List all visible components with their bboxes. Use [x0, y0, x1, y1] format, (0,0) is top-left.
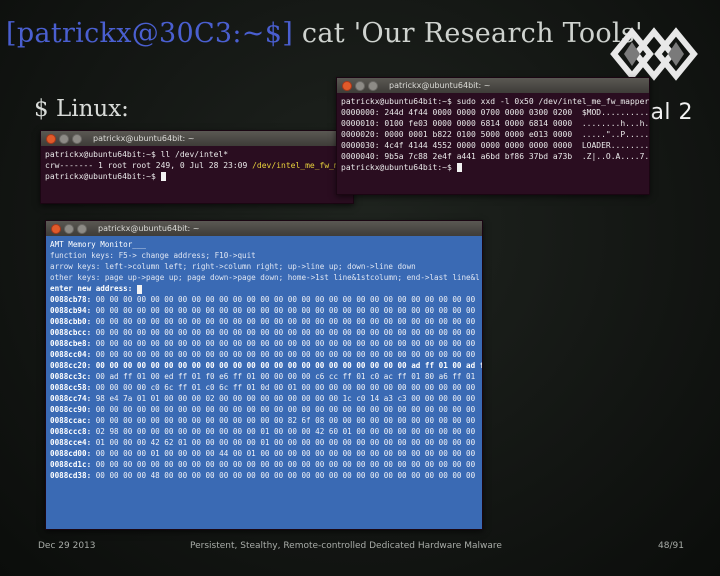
linux-subheading: $ Linux:	[34, 96, 129, 122]
maximize-icon[interactable]	[368, 80, 378, 91]
footer-title: Persistent, Stealthy, Remote-controlled …	[190, 541, 502, 551]
terminal-prompt: patrickx@ubuntu64bit:~$	[45, 172, 161, 181]
memory-row: 0088cc58: 00 00 00 00 c0 6c ff 01 c0 6c …	[50, 382, 478, 393]
memory-address: 0088cc90:	[50, 405, 92, 414]
memory-bytes: 00 00 00 00 00 00 00 00 00 00 00 00 00 0…	[95, 339, 476, 348]
minimize-icon[interactable]	[64, 223, 74, 234]
amt-monitor-title: AMT Memory Monitor___	[50, 240, 147, 249]
text-cursor	[456, 163, 462, 172]
close-icon[interactable]	[51, 223, 61, 234]
memory-address: 0088cd38:	[50, 471, 92, 480]
memory-bytes: 00 00 00 00 00 00 00 00 00 00 00 00 00 0…	[95, 306, 476, 315]
title-prompt: [patrickx@30C3:~$]	[6, 18, 294, 49]
memory-bytes: 98 e4 7a 01 01 00 00 00 02 00 00 00 00 0…	[95, 394, 476, 403]
minimize-icon[interactable]	[355, 80, 365, 91]
memory-bytes: 00 00 00 00 01 00 00 00 00 44 00 01 00 0…	[95, 449, 476, 458]
memory-address: 0088cb78:	[50, 295, 92, 304]
memory-bytes: 00 00 00 00 00 00 00 00 00 00 00 00 00 0…	[95, 361, 482, 370]
memory-address: 0088cd1c:	[50, 460, 92, 469]
help-line-arrow-keys: arrow keys: left->column left; right->co…	[50, 262, 416, 271]
memory-row: 0088cd1c: 00 00 00 00 00 00 00 00 00 00 …	[50, 459, 478, 470]
memory-address: 0088cbb0:	[50, 317, 92, 326]
hexdump-line: 0000020: 0000 0001 b822 0100 5000 0000 e…	[341, 130, 649, 139]
terminal-title: patrickx@ubuntu64bit: ~	[98, 224, 200, 233]
memory-row: 0088cc20: 00 00 00 00 00 00 00 00 00 00 …	[50, 360, 482, 371]
amt-monitor-output[interactable]: AMT Memory Monitor___ function keys: F5-…	[46, 236, 482, 484]
terminal-line: patrickx@ubuntu64bit:~$ sudo xxd -l 0x50…	[341, 97, 649, 106]
memory-row: 0088cc74: 98 e4 7a 01 01 00 00 00 02 00 …	[50, 393, 478, 404]
terminal-title: patrickx@ubuntu64bit: ~	[93, 134, 195, 143]
address-prompt: enter new address:	[50, 284, 137, 293]
memory-bytes: 00 00 00 00 00 00 00 00 00 00 00 00 00 0…	[95, 317, 476, 326]
memory-row: 0088cb94: 00 00 00 00 00 00 00 00 00 00 …	[50, 305, 478, 316]
memory-bytes: 00 00 00 00 00 00 00 00 00 00 00 00 00 0…	[95, 328, 476, 337]
memory-row: 0088cc3c: 00 ad ff 01 00 ed ff 01 f0 e6 …	[50, 371, 478, 382]
footer-page-number: 48/91	[658, 541, 684, 551]
hexdump-line: 0000040: 9b5a 7c88 2e4f a441 a6bd bf86 3…	[341, 152, 649, 161]
terminal-titlebar[interactable]: patrickx@ubuntu64bit: ~	[41, 131, 353, 146]
address-input-cursor[interactable]	[136, 284, 142, 294]
memory-address: 0088cc20:	[50, 361, 92, 370]
memory-address: 0088cc58:	[50, 383, 92, 392]
terminal-window-amt-monitor[interactable]: patrickx@ubuntu64bit: ~ AMT Memory Monit…	[45, 220, 483, 530]
memory-row: 0088cb78: 00 00 00 00 00 00 00 00 00 00 …	[50, 294, 478, 305]
terminal-output[interactable]: patrickx@ubuntu64bit:~$ sudo xxd -l 0x50…	[337, 93, 649, 176]
memory-address: 0088cbe8:	[50, 339, 92, 348]
terminal-window-ll[interactable]: patrickx@ubuntu64bit: ~ patrickx@ubuntu6…	[40, 130, 354, 204]
memory-address: 0088cc04:	[50, 350, 92, 359]
terminal-titlebar[interactable]: patrickx@ubuntu64bit: ~	[46, 221, 482, 236]
memory-row: 0088cd00: 00 00 00 00 01 00 00 00 00 44 …	[50, 448, 478, 459]
memory-bytes: 00 ad ff 01 00 ed ff 01 f0 e6 ff 01 00 0…	[95, 372, 476, 381]
terminal-line: patrickx@ubuntu64bit:~$ ll /dev/intel*	[45, 150, 229, 159]
memory-row: 0088cbb0: 00 00 00 00 00 00 00 00 00 00 …	[50, 316, 478, 327]
memory-address: 0088ccc8:	[50, 427, 92, 436]
title-command: cat 'Our Research Tools'	[293, 18, 643, 49]
memory-bytes: 02 98 00 00 00 00 00 00 00 00 00 00 01 0…	[95, 427, 476, 436]
memory-row: 0088cbe8: 00 00 00 00 00 00 00 00 00 00 …	[50, 338, 478, 349]
terminal-prompt: patrickx@ubuntu64bit:~$	[341, 163, 457, 172]
terminal-window-xxd[interactable]: patrickx@ubuntu64bit: ~ patrickx@ubuntu6…	[336, 77, 650, 195]
memory-bytes: 00 00 00 00 00 00 00 00 00 00 00 00 00 0…	[95, 460, 476, 469]
memory-row: 0088cc90: 00 00 00 00 00 00 00 00 00 00 …	[50, 404, 478, 415]
hexdump-line: 0000010: 0100 fe03 0000 0000 6814 0000 6…	[341, 119, 649, 128]
memory-address: 0088cc3c:	[50, 372, 92, 381]
memory-address: 0088cbcc:	[50, 328, 92, 337]
help-line-other-keys: other keys: page up->page up; page down-…	[50, 273, 480, 282]
memory-row: 0088cd38: 00 00 00 00 48 00 00 00 00 00 …	[50, 470, 478, 481]
help-line-function-keys: function keys: F5-> change address; F10-…	[50, 251, 256, 260]
maximize-icon[interactable]	[77, 223, 87, 234]
memory-address: 0088cce4:	[50, 438, 92, 447]
minimize-icon[interactable]	[59, 133, 69, 144]
memory-row: 0088ccc8: 02 98 00 00 00 00 00 00 00 00 …	[50, 426, 478, 437]
terminal-line: crw------- 1 root root 249, 0 Jul 28 23:…	[45, 161, 253, 170]
maximize-icon[interactable]	[72, 133, 82, 144]
memory-row: 0088cc04: 00 00 00 00 00 00 00 00 00 00 …	[50, 349, 478, 360]
slide-title: [patrickx@30C3:~$] cat 'Our Research Too…	[6, 18, 643, 49]
memory-bytes: 00 00 00 00 c0 6c ff 01 c0 6c ff 01 0d 0…	[95, 383, 476, 392]
memory-bytes: 00 00 00 00 48 00 00 00 00 00 00 00 00 0…	[95, 471, 476, 480]
terminal-title: patrickx@ubuntu64bit: ~	[389, 81, 491, 90]
memory-row: 0088ccac: 00 00 00 00 00 00 00 00 00 00 …	[50, 415, 478, 426]
memory-bytes: 01 00 00 00 42 62 01 00 00 00 00 00 01 0…	[95, 438, 476, 447]
terminal-titlebar[interactable]: patrickx@ubuntu64bit: ~	[337, 78, 649, 93]
footer-date: Dec 29 2013	[38, 541, 96, 551]
memory-bytes: 00 00 00 00 00 00 00 00 00 00 00 00 00 0…	[95, 416, 476, 425]
terminal-output[interactable]: patrickx@ubuntu64bit:~$ ll /dev/intel* c…	[41, 146, 353, 185]
memory-dump: 0088cb78: 00 00 00 00 00 00 00 00 00 00 …	[50, 294, 482, 481]
memory-address: 0088cd00:	[50, 449, 92, 458]
memory-address: 0088cb94:	[50, 306, 92, 315]
memory-bytes: 00 00 00 00 00 00 00 00 00 00 00 00 00 0…	[95, 350, 476, 359]
text-cursor	[160, 172, 166, 181]
memory-bytes: 00 00 00 00 00 00 00 00 00 00 00 00 00 0…	[95, 405, 476, 414]
hexdump-line: 0000000: 244d 4f44 0000 0000 0700 0000 0…	[341, 108, 649, 117]
close-icon[interactable]	[342, 80, 352, 91]
memory-address: 0088ccac:	[50, 416, 92, 425]
memory-row: 0088cce4: 01 00 00 00 42 62 01 00 00 00 …	[50, 437, 478, 448]
close-icon[interactable]	[46, 133, 56, 144]
hexdump-line: 0000030: 4c4f 4144 4552 0000 0000 0000 0…	[341, 141, 649, 150]
memory-address: 0088cc74:	[50, 394, 92, 403]
memory-bytes: 00 00 00 00 00 00 00 00 00 00 00 00 00 0…	[95, 295, 476, 304]
memory-row: 0088cbcc: 00 00 00 00 00 00 00 00 00 00 …	[50, 327, 478, 338]
